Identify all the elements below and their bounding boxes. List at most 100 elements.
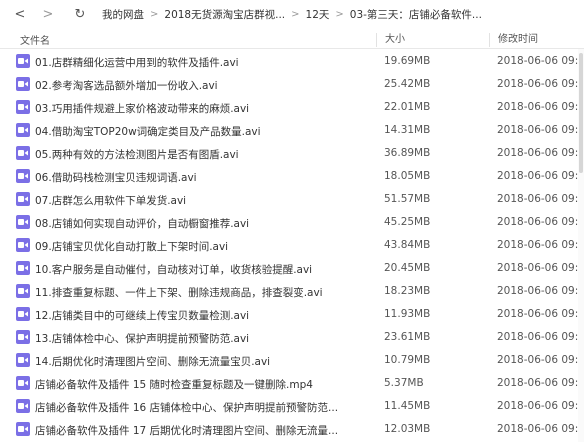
file-row[interactable]: 店铺必备软件及插件 15 随时检查重复标题及一键删除.mp4 5.37MB 20… <box>0 372 584 395</box>
scrollbar[interactable] <box>578 49 584 442</box>
file-size: 14.31MB <box>384 124 431 136</box>
file-row[interactable]: 07.店群怎么用软件下单发货.avi 51.57MB 2018-06-06 09… <box>0 188 584 211</box>
video-file-icon <box>16 169 30 183</box>
file-name[interactable]: 店铺必备软件及插件 15 随时检查重复标题及一键删除.mp4 <box>35 377 313 392</box>
video-file-icon <box>16 238 30 252</box>
file-name[interactable]: 店铺必备软件及插件 16 店铺体检中心、保护声明提前预警防范... <box>35 400 338 415</box>
file-size: 12.03MB <box>384 423 431 435</box>
file-name[interactable]: 13.店铺体检中心、保护声明提前预警防范.avi <box>35 331 249 346</box>
breadcrumb-item[interactable]: 12天 <box>306 7 330 22</box>
file-size: 25.42MB <box>384 78 431 90</box>
file-name[interactable]: 07.店群怎么用软件下单发货.avi <box>35 193 186 208</box>
file-list: 01.店群精细化运营中用到的软件及插件.avi 19.69MB 2018-06-… <box>0 50 584 441</box>
file-row[interactable]: 12.店铺类目中的可继续上传宝贝数量检测.avi 11.93MB 2018-06… <box>0 303 584 326</box>
video-file-icon <box>16 123 30 137</box>
file-size: 43.84MB <box>384 239 431 251</box>
file-name[interactable]: 12.店铺类目中的可继续上传宝贝数量检测.avi <box>35 308 249 323</box>
file-size: 11.45MB <box>384 400 431 412</box>
file-modified-time: 2018-06-06 09:1 <box>497 170 584 182</box>
file-modified-time: 2018-06-06 09:1 <box>497 55 584 67</box>
video-file-icon <box>16 399 30 413</box>
file-name[interactable]: 06.借助码栈检测宝贝违规词语.avi <box>35 170 197 185</box>
file-name[interactable]: 02.参考淘客选品额外增加一份收入.avi <box>35 78 218 93</box>
file-modified-time: 2018-06-06 09:1 <box>497 423 584 435</box>
file-name[interactable]: 10.客户服务是自动催付，自动核对订单，收货核验提醒.avi <box>35 262 312 277</box>
file-row[interactable]: 04.借助淘宝TOP20w词确定类目及产品数量.avi 14.31MB 2018… <box>0 119 584 142</box>
file-name[interactable]: 09.店铺宝贝优化自动打散上下架时间.avi <box>35 239 228 254</box>
video-file-icon <box>16 353 30 367</box>
video-file-icon <box>16 376 30 390</box>
file-modified-time: 2018-06-06 09:1 <box>497 216 584 228</box>
file-row[interactable]: 10.客户服务是自动催付，自动核对订单，收货核验提醒.avi 20.45MB 2… <box>0 257 584 280</box>
file-name[interactable]: 08.店铺如何实现自动评价，自动橱窗推荐.avi <box>35 216 249 231</box>
video-file-icon <box>16 284 30 298</box>
file-row[interactable]: 店铺必备软件及插件 17 后期优化时清理图片空间、删除无流量... 12.03M… <box>0 418 584 441</box>
file-row[interactable]: 13.店铺体检中心、保护声明提前预警防范.avi 23.61MB 2018-06… <box>0 326 584 349</box>
video-file-icon <box>16 215 30 229</box>
file-size: 19.69MB <box>384 55 431 67</box>
column-header-size[interactable]: 大小 <box>376 32 405 47</box>
file-row[interactable]: 09.店铺宝贝优化自动打散上下架时间.avi 43.84MB 2018-06-0… <box>0 234 584 257</box>
file-name[interactable]: 03.巧用插件规避上家价格波动带来的麻烦.avi <box>35 101 249 116</box>
video-file-icon <box>16 192 30 206</box>
file-modified-time: 2018-06-06 09:1 <box>497 101 584 113</box>
refresh-icon[interactable]: ↻ <box>70 4 90 24</box>
file-size: 23.61MB <box>384 331 431 343</box>
file-size: 18.05MB <box>384 170 431 182</box>
toolbar: < > ↻ 我的网盘 > 2018无货源淘宝店群视... > 12天 > 03-… <box>0 0 584 28</box>
file-name[interactable]: 11.排查重复标题、一件上下架、删除违规商品，排查裂变.avi <box>35 285 323 300</box>
breadcrumb: 我的网盘 > 2018无货源淘宝店群视... > 12天 > 03-第三天：店铺… <box>102 7 482 22</box>
video-file-icon <box>16 330 30 344</box>
breadcrumb-item[interactable]: 我的网盘 <box>102 7 144 22</box>
file-size: 20.45MB <box>384 262 431 274</box>
file-row[interactable]: 01.店群精细化运营中用到的软件及插件.avi 19.69MB 2018-06-… <box>0 50 584 73</box>
column-header-time[interactable]: 修改时间 <box>489 32 538 47</box>
file-row[interactable]: 08.店铺如何实现自动评价，自动橱窗推荐.avi 45.25MB 2018-06… <box>0 211 584 234</box>
video-file-icon <box>16 261 30 275</box>
file-size: 5.37MB <box>384 377 424 389</box>
file-modified-time: 2018-06-06 09:1 <box>497 400 584 412</box>
file-row[interactable]: 11.排查重复标题、一件上下架、删除违规商品，排查裂变.avi 18.23MB … <box>0 280 584 303</box>
file-modified-time: 2018-06-06 09:1 <box>497 147 584 159</box>
file-modified-time: 2018-06-06 09:1 <box>497 377 584 389</box>
file-modified-time: 2018-06-06 09:1 <box>497 285 584 297</box>
file-size: 36.89MB <box>384 147 431 159</box>
breadcrumb-item-current[interactable]: 03-第三天：店铺必备软件... <box>350 7 482 22</box>
file-row[interactable]: 14.后期优化时清理图片空间、删除无流量宝贝.avi 10.79MB 2018-… <box>0 349 584 372</box>
file-modified-time: 2018-06-06 09:1 <box>497 78 584 90</box>
video-file-icon <box>16 146 30 160</box>
breadcrumb-separator-icon: > <box>291 8 300 20</box>
file-row[interactable]: 03.巧用插件规避上家价格波动带来的麻烦.avi 22.01MB 2018-06… <box>0 96 584 119</box>
breadcrumb-item[interactable]: 2018无货源淘宝店群视... <box>164 7 285 22</box>
file-size: 10.79MB <box>384 354 431 366</box>
breadcrumb-separator-icon: > <box>150 8 159 20</box>
scrollbar-thumb[interactable] <box>579 53 583 173</box>
file-size: 22.01MB <box>384 101 431 113</box>
file-size: 45.25MB <box>384 216 431 228</box>
file-row[interactable]: 05.两种有效的方法检测图片是否有图盾.avi 36.89MB 2018-06-… <box>0 142 584 165</box>
file-name[interactable]: 05.两种有效的方法检测图片是否有图盾.avi <box>35 147 239 162</box>
file-row[interactable]: 店铺必备软件及插件 16 店铺体检中心、保护声明提前预警防范... 11.45M… <box>0 395 584 418</box>
file-size: 18.23MB <box>384 285 431 297</box>
video-file-icon <box>16 54 30 68</box>
file-modified-time: 2018-06-06 09:1 <box>497 308 584 320</box>
column-header-name[interactable]: 文件名 <box>20 32 50 47</box>
file-row[interactable]: 02.参考淘客选品额外增加一份收入.avi 25.42MB 2018-06-06… <box>0 73 584 96</box>
back-button[interactable]: < <box>10 4 30 24</box>
forward-button[interactable]: > <box>38 4 58 24</box>
file-size: 11.93MB <box>384 308 431 320</box>
file-name[interactable]: 04.借助淘宝TOP20w词确定类目及产品数量.avi <box>35 124 261 139</box>
video-file-icon <box>16 422 30 436</box>
file-modified-time: 2018-06-06 09:1 <box>497 262 584 274</box>
file-name[interactable]: 店铺必备软件及插件 17 后期优化时清理图片空间、删除无流量... <box>35 423 338 438</box>
file-name[interactable]: 14.后期优化时清理图片空间、删除无流量宝贝.avi <box>35 354 270 369</box>
file-modified-time: 2018-06-06 09:1 <box>497 239 584 251</box>
file-modified-time: 2018-06-06 09:1 <box>497 193 584 205</box>
file-size: 51.57MB <box>384 193 431 205</box>
video-file-icon <box>16 307 30 321</box>
file-list-header: 文件名 大小 修改时间 <box>0 31 584 49</box>
video-file-icon <box>16 77 30 91</box>
file-name[interactable]: 01.店群精细化运营中用到的软件及插件.avi <box>35 55 239 70</box>
file-modified-time: 2018-06-06 09:1 <box>497 331 584 343</box>
file-row[interactable]: 06.借助码栈检测宝贝违规词语.avi 18.05MB 2018-06-06 0… <box>0 165 584 188</box>
